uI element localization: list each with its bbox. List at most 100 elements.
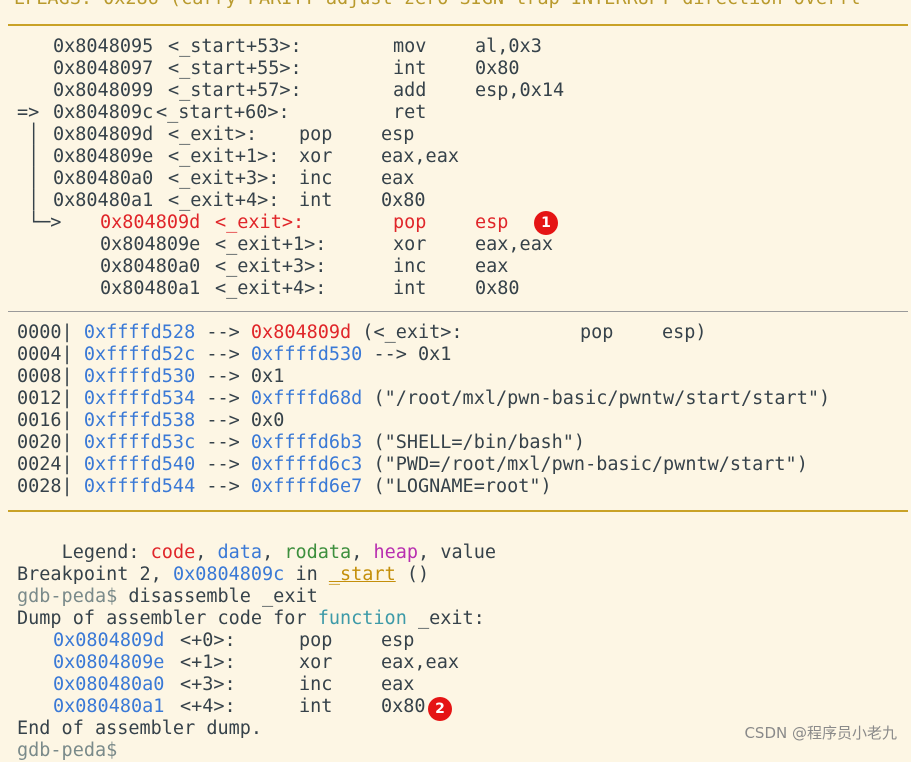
stack-address: 0xffffd540	[83, 454, 196, 475]
instruction-address: 0x80480a1	[53, 190, 154, 211]
stack-arrow: -->	[195, 454, 251, 475]
instruction-operands: esp	[381, 124, 415, 145]
stack-offset: 0012|	[17, 388, 84, 409]
instruction-address: 0x804809d	[100, 212, 201, 233]
stack-arrow: -->	[195, 432, 251, 453]
stack-arrow: -->	[195, 344, 251, 365]
legend-line: Legend: code, data, rodata, heap, value	[17, 520, 496, 563]
instruction-symbol: <_start+60>:	[156, 102, 290, 123]
instruction-mnemonic: pop	[299, 124, 333, 145]
command-text[interactable]: disassemble _exit	[128, 586, 317, 607]
instruction-address: 0x8048095	[53, 36, 154, 57]
stack-value: 0x0	[250, 410, 285, 431]
instruction-address: 0x804809e	[53, 146, 154, 167]
stack-comment-operand: esp)	[662, 322, 707, 343]
legend-item-rodata: rodata	[284, 542, 352, 563]
eflags-line-clipped: EFLAGS: 0x286 (carry PARITY adjust zero …	[0, 0, 911, 12]
dump-offset: <+1>:	[180, 652, 236, 673]
instruction-mnemonic: int	[393, 58, 427, 79]
branch-line-glyph: │	[28, 168, 40, 189]
instruction-operands: eax	[381, 168, 415, 189]
stack-address: 0xffffd53c	[83, 432, 196, 453]
stack-offset: 0008|	[17, 366, 84, 387]
branch-line-glyph: │	[28, 190, 40, 211]
stack-value: 0x804809d	[250, 322, 352, 343]
stack-address: 0xffffd52c	[83, 344, 196, 365]
breakpoint-function: _start	[328, 564, 396, 585]
instruction-address: 0x8048097	[53, 58, 154, 79]
dump-offset: <+0>:	[180, 630, 236, 651]
stack-entry: 0028| 0xffffd544 --> 0xffffd6e7 ("LOGNAM…	[17, 476, 552, 498]
stack-comment: ("LOGNAME=root")	[362, 476, 552, 497]
dump-mnemonic: pop	[299, 630, 333, 651]
stack-entry: 0000| 0xffffd528 --> 0x804809d (<_exit>:…	[17, 322, 707, 344]
instruction-operands: eax	[475, 256, 509, 277]
watermark-text: CSDN @程序员小老九	[744, 724, 897, 742]
stack-entry: 0012| 0xffffd534 --> 0xffffd68d ("/root/…	[17, 388, 830, 410]
dump-operands: esp	[381, 630, 415, 651]
dump-address: 0x0804809d	[53, 630, 165, 651]
command-prompt-line[interactable]: gdb-peda$ disassemble _exit	[17, 586, 318, 608]
breakpoint-suffix: ()	[395, 564, 430, 585]
last-prompt[interactable]: gdb-peda$	[17, 740, 117, 762]
stack-offset: 0016|	[17, 410, 84, 431]
instruction-operands: 0x80	[381, 190, 426, 211]
stack-comment-symbol: (<_exit>:	[351, 322, 463, 343]
eflags-text: EFLAGS: 0x286 (carry PARITY adjust zero …	[14, 0, 860, 10]
legend-item-value: value	[440, 542, 497, 563]
dump-mnemonic: xor	[299, 652, 333, 673]
instruction-mnemonic: int	[393, 278, 427, 299]
dump-address: 0x0804809e	[53, 652, 165, 673]
dump-header-keyword: function	[317, 608, 407, 629]
instruction-operands: esp	[475, 212, 509, 233]
stack-value: 0xffffd6e7	[250, 476, 363, 497]
instruction-operands: esp,0x14	[475, 80, 565, 101]
prompt-label: gdb-peda$	[17, 586, 129, 607]
stack-value: 0x1	[250, 366, 285, 387]
dump-address: 0x080480a0	[53, 674, 165, 695]
stack-address: 0xffffd530	[83, 366, 196, 387]
dump-operands: 0x80	[381, 696, 426, 717]
instruction-operands: eax,eax	[475, 234, 553, 255]
stack-arrow: -->	[195, 322, 251, 343]
breakpoint-prefix: Breakpoint 2,	[17, 564, 173, 585]
stack-offset: 0028|	[17, 476, 84, 497]
breakpoint-address: 0x0804809c	[172, 564, 285, 585]
instruction-symbol: <_exit+1>:	[168, 146, 280, 167]
section-separator	[8, 24, 908, 26]
dump-operands: eax	[381, 674, 415, 695]
dump-header-line: Dump of assembler code for function _exi…	[17, 608, 485, 630]
dump-header-prefix: Dump of assembler code for	[17, 608, 318, 629]
stack-offset: 0004|	[17, 344, 84, 365]
legend-item-code: code	[150, 542, 196, 563]
instruction-address: 0x80480a0	[53, 168, 154, 189]
instruction-mnemonic: inc	[393, 256, 427, 277]
legend-separator: ,	[418, 542, 441, 563]
instruction-address: 0x804809c	[53, 102, 154, 123]
stack-value: 0xffffd530	[250, 344, 363, 365]
gdb-terminal[interactable]: EFLAGS: 0x286 (carry PARITY adjust zero …	[0, 0, 911, 761]
stack-address: 0xffffd538	[83, 410, 196, 431]
instruction-mnemonic: ret	[393, 102, 427, 123]
branch-line-glyph: │	[28, 146, 40, 167]
dump-operands: eax,eax	[381, 652, 459, 673]
dump-offset: <+4>:	[180, 696, 236, 717]
dump-header-suffix: _exit:	[406, 608, 485, 629]
breakpoint-in: in	[284, 564, 329, 585]
instruction-symbol: <_exit+4>:	[215, 278, 327, 299]
instruction-symbol: <_start+57>:	[168, 80, 302, 101]
stack-offset: 0020|	[17, 432, 84, 453]
instruction-symbol: <_start+53>:	[168, 36, 302, 57]
section-separator	[8, 311, 908, 312]
stack-comment: (<_exit>: pop esp)	[351, 322, 706, 343]
instruction-mnemonic: pop	[393, 212, 427, 233]
stack-offset: 0024|	[17, 454, 84, 475]
stack-address: 0xffffd528	[83, 322, 196, 343]
instruction-operands: al,0x3	[475, 36, 542, 57]
instruction-address: 0x8048099	[53, 80, 154, 101]
instruction-symbol: <_exit>:	[168, 124, 258, 145]
dump-offset: <+3>:	[180, 674, 236, 695]
dump-mnemonic: inc	[299, 674, 333, 695]
annotation-badge-1: 1	[534, 211, 558, 235]
stack-entry: 0016| 0xffffd538 --> 0x0	[17, 410, 284, 432]
